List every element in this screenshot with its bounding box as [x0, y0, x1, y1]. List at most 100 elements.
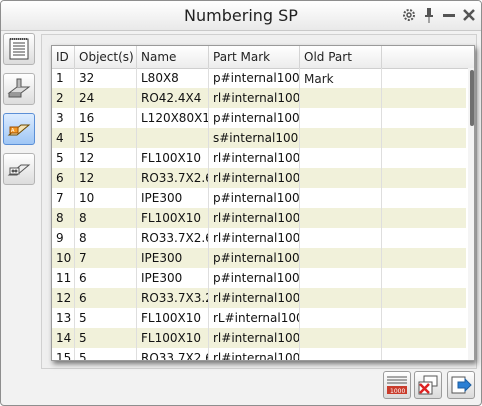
pin-icon[interactable] — [421, 6, 437, 24]
table-cell: 15 — [75, 128, 137, 148]
sidebar-item-assembly-numbering[interactable]: A — [3, 113, 35, 145]
table-cell: 1 — [52, 68, 75, 88]
table-row[interactable]: 8 8 FL100X10 rl#internal1003 — [52, 208, 466, 228]
close-icon[interactable] — [461, 6, 477, 24]
column-header-part-mark[interactable]: Part Mark — [209, 46, 300, 68]
table-cell: rl#internal1000 — [209, 88, 300, 108]
table-cell: 5 — [75, 308, 137, 328]
vertical-scrollbar[interactable] — [468, 68, 474, 360]
table-row[interactable]: 7 10 IPE300 p#internal1002 — [52, 188, 466, 208]
sidebar-item-part-numbering[interactable] — [3, 73, 35, 105]
renumber-label: 1000 — [390, 388, 405, 395]
table-row[interactable]: 1 32 L80X8 p#internal1000 — [52, 68, 466, 88]
table-cell — [300, 128, 382, 148]
minimize-icon[interactable] — [441, 6, 457, 24]
table-cell: p#internal1001 — [209, 108, 300, 128]
table-cell: RO42.4X4 — [137, 88, 209, 108]
table-cell: 8 — [52, 208, 75, 228]
table-cell — [300, 248, 382, 268]
table-cell — [300, 208, 382, 228]
plate-icon — [7, 78, 31, 98]
table-cell: L120X80X10 — [137, 108, 209, 128]
table-cell: 6 — [52, 168, 75, 188]
table-cell: s#internal1000 — [209, 128, 300, 148]
table-cell: RO33.7X3.2 — [137, 288, 209, 308]
svg-text:A: A — [11, 128, 15, 134]
table-cell: 10 — [75, 188, 137, 208]
clear-marks-button[interactable] — [414, 371, 442, 399]
table-cell: rl#internal1002 — [209, 168, 300, 188]
table-cell: 8 — [75, 208, 137, 228]
table-cell: 7 — [75, 248, 137, 268]
table-cell: 12 — [75, 148, 137, 168]
table-cell — [300, 268, 382, 288]
table-cell: 2 — [52, 88, 75, 108]
table-cell: 3 — [52, 108, 75, 128]
table-cell — [300, 168, 382, 188]
table-cell: rl#internal1004 — [209, 228, 300, 248]
table-row[interactable]: 2 24 RO42.4X4 rl#internal1000 — [52, 88, 466, 108]
table-cell: FL100X10 — [137, 208, 209, 228]
table-cell: p#internal1000 — [209, 68, 300, 88]
table-row[interactable]: 135FL100X10rL#internal1000 — [52, 308, 466, 328]
table-row[interactable]: 11 6 IPE300 p#internal1004 — [52, 268, 466, 288]
table-cell: RO33.7X2.6 — [137, 348, 209, 360]
export-arrow-icon — [451, 376, 472, 394]
table-cell — [300, 108, 382, 128]
table-row[interactable]: 14 5 FL100X10 rl#internal1006 — [52, 328, 466, 348]
table-cell: 7 — [52, 188, 75, 208]
table-cell: p#internal1002 — [209, 188, 300, 208]
sidebar-item-list-view[interactable] — [3, 33, 35, 65]
column-header-old-part-mark[interactable]: Old Part Mark — [300, 46, 382, 86]
sidebar-item-weld-numbering[interactable] — [3, 153, 35, 185]
table-row[interactable]: 5 12 FL100X10 rl#internal1001 — [52, 148, 466, 168]
table-cell — [300, 68, 382, 88]
table-cell: 5 — [52, 148, 75, 168]
table-cell — [300, 308, 382, 328]
table-cell: 10 — [52, 248, 75, 268]
table-cell: 5 — [75, 348, 137, 360]
table-cell: p#internal1003 — [209, 248, 300, 268]
table-cell: 6 — [75, 268, 137, 288]
numbering-window: Numbering SP A ID Object(s) Name Part Ma… — [0, 0, 482, 406]
table-cell: 12 — [52, 288, 75, 308]
weld-icon — [7, 164, 31, 176]
table-row[interactable]: 316L120X80X10p#internal1001 — [52, 108, 466, 128]
table-cell: L80X8 — [137, 68, 209, 88]
table-row[interactable]: 6 12 RO33.7X2.6 rl#internal1002 — [52, 168, 466, 188]
table-cell — [137, 128, 209, 148]
table-cell: 15 — [52, 348, 75, 360]
table-cell: rl#internal1006 — [209, 328, 300, 348]
table-cell: 13 — [52, 308, 75, 328]
table-cell: 8 — [75, 228, 137, 248]
table-cell: p#internal1004 — [209, 268, 300, 288]
table-cell: IPE300 — [137, 268, 209, 288]
table-cell — [300, 88, 382, 108]
table-row[interactable]: 15 5 RO33.7X2.6 rl#internal1007 — [52, 348, 466, 360]
column-header-name[interactable]: Name — [137, 46, 209, 68]
table-cell: 6 — [75, 288, 137, 308]
scrollbar-thumb[interactable] — [470, 70, 474, 126]
table-cell: 9 — [52, 228, 75, 248]
table-cell: 24 — [75, 88, 137, 108]
numbering-table[interactable]: ID Object(s) Name Part Mark Old Part Mar… — [51, 45, 475, 361]
table-cell: 14 — [52, 328, 75, 348]
export-button[interactable] — [447, 371, 475, 399]
table-cell: RO33.7X2.6 — [137, 168, 209, 188]
table-cell: RO33.7X2.6 — [137, 228, 209, 248]
column-header-objects[interactable]: Object(s) — [75, 46, 137, 68]
column-header-id[interactable]: ID — [52, 46, 75, 68]
renumber-button[interactable]: 1000 — [383, 371, 411, 399]
table-row[interactable]: 10 7 IPE300 p#internal1003 — [52, 248, 466, 268]
table-cell: IPE300 — [137, 248, 209, 268]
table-cell — [300, 228, 382, 248]
table-cell — [300, 188, 382, 208]
table-row[interactable]: 12 6 RO33.7X3.2 rl#internal1005 — [52, 288, 466, 308]
table-header: ID Object(s) Name Part Mark Old Part Mar… — [52, 46, 474, 86]
table-cell: 4 — [52, 128, 75, 148]
gear-icon[interactable] — [401, 6, 417, 24]
table-row[interactable]: 9 8 RO33.7X2.6 rl#internal1004 — [52, 228, 466, 248]
table-row[interactable]: 4 15 s#internal1000 — [52, 128, 466, 148]
assembly-icon: A — [7, 124, 31, 136]
table-cell: 16 — [75, 108, 137, 128]
